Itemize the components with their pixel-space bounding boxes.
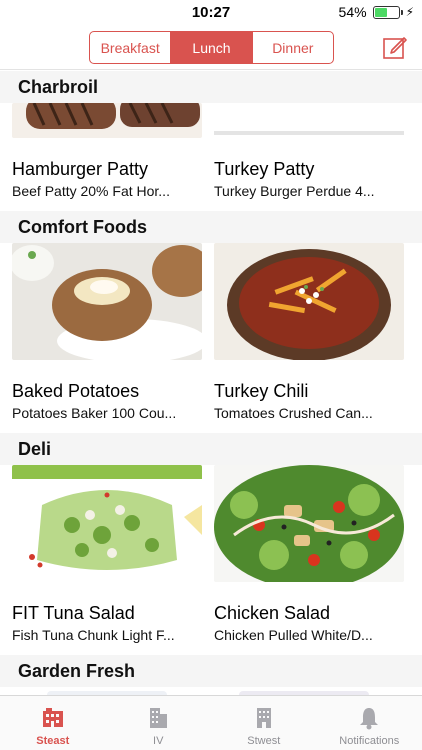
segment-dinner[interactable]: Dinner bbox=[253, 32, 333, 63]
spacer bbox=[0, 199, 422, 211]
item-name: Hamburger Patty bbox=[12, 159, 149, 179]
section-grid-charbroil: Hamburger Patty Beef Patty 20% Fat Hor..… bbox=[0, 97, 422, 199]
item-description: Turkey Burger Perdue 4... bbox=[214, 183, 375, 199]
menu-item-turkey-patty[interactable]: Turkey Patty Turkey Burger Perdue 4... bbox=[211, 103, 422, 199]
tab-label: Steast bbox=[36, 735, 70, 747]
building-icon bbox=[256, 708, 271, 728]
item-description: Beef Patty 20% Fat Hor... bbox=[12, 183, 170, 199]
turkey-chili-photo bbox=[214, 243, 404, 361]
meal-segmented-control: Breakfast Lunch Dinner bbox=[89, 31, 334, 64]
tab-iv[interactable]: IV bbox=[106, 696, 212, 750]
menu-item-partial[interactable] bbox=[0, 687, 211, 695]
segment-breakfast[interactable]: Breakfast bbox=[90, 32, 172, 63]
segment-lunch[interactable]: Lunch bbox=[171, 32, 253, 63]
item-name: Turkey Chili bbox=[214, 381, 309, 401]
tab-label: Stwest bbox=[247, 735, 281, 747]
section-header-deli: Deli bbox=[0, 433, 422, 465]
item-description: Fish Tuna Chunk Light F... bbox=[12, 627, 175, 643]
compose-icon[interactable] bbox=[382, 34, 408, 60]
menu-item-baked-potatoes[interactable]: Baked Potatoes Potatoes Baker 100 Cou... bbox=[0, 243, 212, 421]
tab-steast[interactable]: Steast bbox=[0, 696, 106, 750]
building-icon bbox=[150, 708, 168, 728]
section-header-garden-fresh: Garden Fresh bbox=[0, 655, 422, 687]
item-description: Tomatoes Crushed Can... bbox=[214, 405, 373, 421]
menu-item-chicken-salad[interactable]: Chicken Salad Chicken Pulled White/D... bbox=[211, 465, 422, 643]
nav-bar: Breakfast Lunch Dinner bbox=[0, 24, 422, 70]
building-icon bbox=[42, 708, 63, 727]
menu-item-turkey-chili[interactable]: Turkey Chili Tomatoes Crushed Can... bbox=[211, 243, 422, 421]
item-name: Turkey Patty bbox=[214, 159, 315, 179]
item-name: Chicken Salad bbox=[214, 603, 331, 623]
chicken-salad-photo bbox=[214, 465, 404, 589]
section-grid-deli: FIT Tuna Salad Fish Tuna Chunk Light F..… bbox=[0, 465, 422, 643]
battery-fill bbox=[374, 7, 387, 17]
charging-icon: ⚡ bbox=[405, 5, 414, 19]
menu-item-hamburger-patty[interactable]: Hamburger Patty Beef Patty 20% Fat Hor..… bbox=[0, 97, 211, 199]
turkey-patty-photo bbox=[214, 103, 404, 138]
item-name: FIT Tuna Salad bbox=[12, 603, 135, 623]
tab-notifications[interactable]: Notifications bbox=[317, 696, 422, 750]
section-header-charbroil: Charbroil bbox=[0, 71, 422, 103]
status-right: 54% ⚡ bbox=[339, 4, 414, 20]
battery-percent: 54% bbox=[338, 4, 367, 20]
section-grid-comfort-foods: Baked Potatoes Potatoes Baker 100 Cou...… bbox=[0, 243, 422, 421]
item-description: Chicken Pulled White/D... bbox=[214, 627, 373, 643]
section-grid-garden-fresh bbox=[0, 687, 422, 695]
hamburger-patty-photo bbox=[12, 97, 202, 138]
spacer bbox=[0, 421, 422, 433]
garden-item-photo bbox=[214, 687, 404, 695]
section-header-comfort-foods: Comfort Foods bbox=[0, 211, 422, 243]
menu-list[interactable]: Charbroil Hamburger Patty Beef Patty 20%… bbox=[0, 71, 422, 695]
bell-icon bbox=[360, 708, 379, 730]
status-bar: 10:27 54% ⚡ bbox=[0, 0, 422, 24]
baked-potato-photo bbox=[10, 243, 212, 363]
tab-bar: Steast IV Stwest Notifications bbox=[0, 695, 422, 750]
item-name: Baked Potatoes bbox=[12, 381, 140, 401]
tab-label: IV bbox=[153, 735, 164, 747]
tab-stwest[interactable]: Stwest bbox=[211, 696, 317, 750]
spacer bbox=[0, 643, 422, 655]
menu-item-partial[interactable] bbox=[211, 687, 422, 695]
battery-icon bbox=[372, 5, 403, 19]
garden-item-photo bbox=[12, 687, 202, 695]
tuna-salad-photo bbox=[12, 465, 202, 582]
menu-item-fit-tuna-salad[interactable]: FIT Tuna Salad Fish Tuna Chunk Light F..… bbox=[0, 465, 211, 643]
tab-label: Notifications bbox=[339, 735, 400, 747]
item-description: Potatoes Baker 100 Cou... bbox=[12, 405, 177, 421]
